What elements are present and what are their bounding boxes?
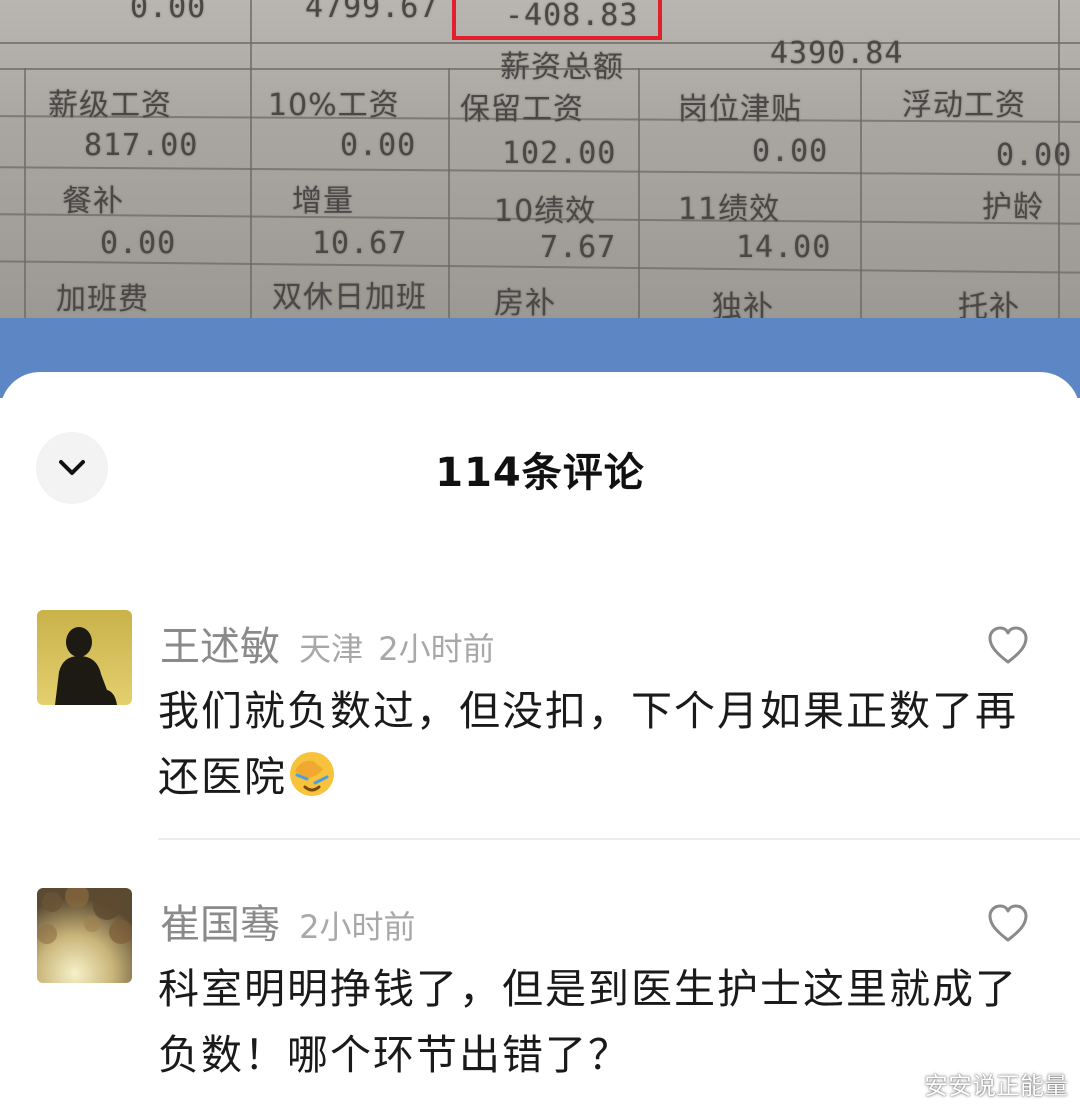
payslip-header: 托补 <box>958 290 1020 320</box>
payslip-header: 10绩效 <box>494 194 597 229</box>
comment-meta: 王述敏 天津 2小时前 <box>160 614 495 672</box>
username[interactable]: 崔国骞 <box>160 902 280 948</box>
payslip-value: 0.00 <box>752 134 829 169</box>
facepalm-crying-emoji-icon <box>290 752 334 796</box>
payslip-value: 817.00 <box>84 128 199 163</box>
payslip-header: 薪级工资 <box>48 88 172 123</box>
timestamp: 2小时前 <box>378 630 495 668</box>
payslip-header: 房补 <box>494 286 556 320</box>
payslip-value: 0.00 <box>130 0 207 25</box>
payslip-value: 10.67 <box>312 226 408 261</box>
watermark: 安安说正能量 <box>924 1072 1068 1100</box>
heart-icon[interactable] <box>986 902 1030 946</box>
highlight-box <box>452 0 662 40</box>
avatar[interactable] <box>37 888 132 983</box>
payslip-header: 10%工资 <box>268 88 400 123</box>
comment-text: 科室明明挣钱了，但是到医生护士这里就成了负数！哪个环节出错了？ <box>158 965 1018 1079</box>
timestamp: 2小时前 <box>299 908 416 946</box>
payslip-header: 护龄 <box>982 190 1044 225</box>
payslip-value: 0.00 <box>996 138 1073 173</box>
payslip-header: 餐补 <box>62 184 124 219</box>
payslip-photo: 0.00 4799.67 -408.83 薪资总额 4390.84 薪级工资 1… <box>0 0 1080 320</box>
payslip-header: 加班费 <box>56 282 149 317</box>
payslip-header: 11绩效 <box>678 192 781 227</box>
avatar[interactable] <box>37 610 132 705</box>
payslip-header: 增量 <box>292 184 354 219</box>
payslip-header: 独补 <box>712 290 774 320</box>
location: 天津 <box>299 630 364 668</box>
comments-title: 114条评论 <box>435 450 645 496</box>
payslip-header: 保留工资 <box>460 92 584 127</box>
payslip-value: 7.67 <box>540 230 617 265</box>
payslip-value: 0.00 <box>340 128 417 163</box>
payslip-value: 4799.67 <box>305 0 439 25</box>
comment-meta: 崔国骞 2小时前 <box>160 892 415 950</box>
comment-sheet: 114条评论 王述敏 天津 2小时前 我们就负数过，但没扣，下个月如果正数了再还… <box>0 372 1080 1115</box>
payslip-header: 双休日加班 <box>272 280 427 315</box>
payslip-header: 岗位津贴 <box>678 92 802 127</box>
username[interactable]: 王述敏 <box>160 624 280 670</box>
payslip-header: 浮动工资 <box>902 88 1026 123</box>
payslip-value: 0.00 <box>100 226 177 261</box>
payslip-total-value: 4390.84 <box>770 36 904 71</box>
screen: 0.00 4799.67 -408.83 薪资总额 4390.84 薪级工资 1… <box>0 0 1080 1115</box>
payslip-value: 102.00 <box>502 136 617 171</box>
divider <box>158 838 1080 840</box>
payslip-total-label: 薪资总额 <box>500 50 624 85</box>
heart-icon[interactable] <box>986 624 1030 668</box>
comment-text: 我们就负数过，但没扣，下个月如果正数了再还医院 <box>158 678 1038 810</box>
payslip-value: 14.00 <box>736 230 832 265</box>
